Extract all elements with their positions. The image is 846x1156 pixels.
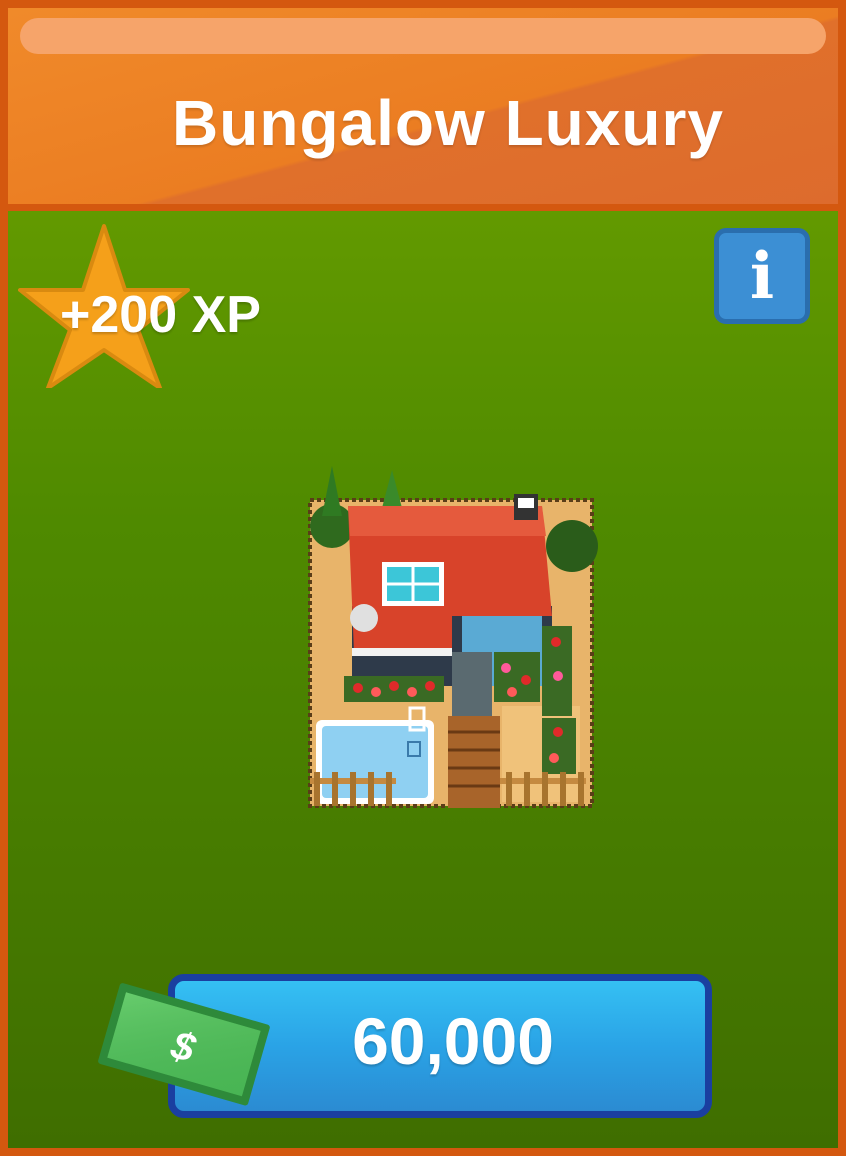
info-button[interactable]: i (714, 228, 810, 324)
xp-reward-label: +200 XP (60, 286, 261, 344)
info-icon: i (749, 239, 775, 314)
header-gloss (20, 18, 826, 54)
bungalow-house-image (308, 466, 598, 808)
item-card: Bungalow Luxury +200 XP i 60,000 $ (0, 0, 846, 1156)
cash-icon: $ (98, 983, 270, 1106)
item-title: Bungalow Luxury (172, 87, 724, 159)
card-header: Bungalow Luxury (8, 8, 838, 211)
